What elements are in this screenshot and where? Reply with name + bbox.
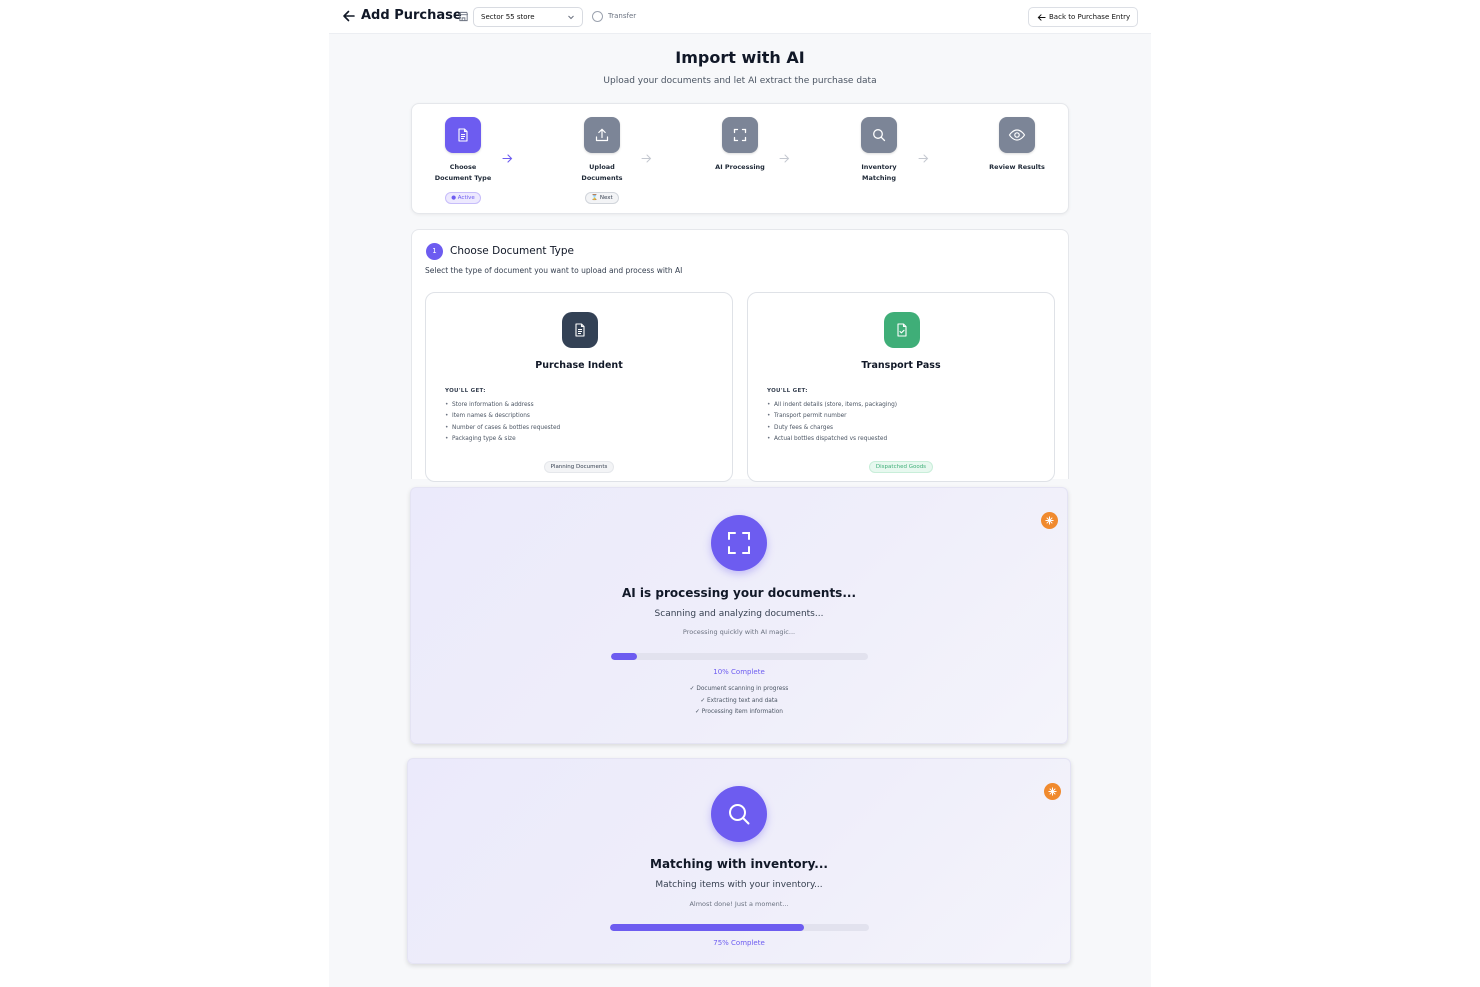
sparkle-icon	[1044, 783, 1061, 800]
import-title: Import with AI	[675, 48, 805, 67]
step-upload-documents[interactable]: Upload Documents ⌛ Next	[562, 117, 642, 204]
list-item: Duty fees & charges	[767, 423, 897, 435]
arrow-right-icon	[641, 154, 652, 163]
matching-progress-fill	[610, 924, 805, 931]
step-review-results[interactable]: Review Results	[977, 117, 1057, 173]
arrow-right-icon	[502, 154, 513, 163]
document-check-icon	[897, 323, 907, 337]
option-tag: Dispatched Goods	[868, 461, 934, 473]
step-label-line1: Inventory	[861, 163, 897, 171]
you-will-get-label: YOU'LL GET:	[767, 388, 808, 394]
page-title: Add Purchase	[361, 8, 462, 23]
step-badge-next: ⌛ Next	[585, 192, 619, 204]
transfer-label: Transfer	[608, 12, 637, 20]
store-select-value: Sector 55 store	[481, 13, 535, 21]
processing-title: AI is processing your documents...	[621, 586, 856, 600]
matching-percent: 75% Complete	[713, 939, 765, 947]
document-icon	[575, 323, 585, 337]
choose-document-subtitle: Select the type of document you want to …	[425, 266, 683, 275]
list-item: Number of cases & bottles requested	[445, 423, 560, 435]
scan-icon	[728, 532, 750, 554]
arrow-right-icon	[918, 154, 929, 163]
step-number-badge: 1	[426, 243, 443, 260]
transfer-radio[interactable]	[592, 11, 603, 22]
ai-processing-card: AI is processing your documents... Scann…	[410, 487, 1068, 744]
back-to-purchase-entry-button[interactable]: Back to Purchase Entry	[1028, 7, 1138, 27]
step-label-line1: Choose	[449, 163, 477, 171]
step-label-line1: Review Results	[989, 163, 1045, 171]
back-button-label: Back to Purchase Entry	[1049, 13, 1131, 21]
processing-progress-fill	[611, 653, 637, 660]
you-will-get-label: YOU'LL GET:	[445, 388, 486, 394]
option-tag: Planning Documents	[543, 461, 615, 473]
feature-list: Store information & address Item names &…	[445, 400, 560, 446]
step-icon-container	[999, 117, 1035, 153]
list-item: Packaging type & size	[445, 434, 560, 446]
step-badge-active: ● Active	[445, 192, 481, 204]
step-label-line2: Documents	[581, 174, 623, 182]
arrow-left-icon	[1037, 14, 1046, 21]
matching-progress-bar	[610, 924, 869, 931]
chevron-down-icon	[568, 15, 574, 20]
step-icon-container	[722, 117, 758, 153]
store-select[interactable]: Sector 55 store	[473, 7, 583, 27]
option-name: Transport Pass	[861, 360, 941, 371]
processing-subtitle: Scanning and analyzing documents...	[654, 609, 824, 619]
list-item: ✓ Extracting text and data	[700, 697, 778, 704]
list-item: All indent details (store, items, packag…	[767, 400, 897, 412]
inventory-matching-card: Matching with inventory... Matching item…	[407, 758, 1071, 964]
search-icon	[873, 129, 886, 142]
arrow-right-icon	[779, 154, 790, 163]
processing-note: Processing quickly with AI magic...	[682, 628, 796, 636]
sparkle-icon	[1041, 512, 1058, 529]
matching-title: Matching with inventory...	[650, 857, 828, 871]
document-icon	[458, 128, 468, 142]
step-icon-container	[445, 117, 481, 153]
purchase-indent-option[interactable]: Purchase Indent YOU'LL GET: Store inform…	[425, 292, 733, 482]
step-label-line1: Upload	[589, 163, 615, 171]
feature-list: All indent details (store, items, packag…	[767, 400, 897, 446]
step-inventory-matching[interactable]: Inventory Matching	[839, 117, 919, 184]
choose-document-title: Choose Document Type	[450, 245, 574, 257]
step-label-line2: Document Type	[434, 174, 492, 182]
step-choose-document-type[interactable]: Choose Document Type ● Active	[423, 117, 503, 204]
processing-percent: 10% Complete	[713, 668, 765, 676]
step-label-line1: AI Processing	[715, 163, 765, 171]
transport-pass-option[interactable]: Transport Pass YOU'LL GET: All indent de…	[747, 292, 1055, 482]
step-ai-processing[interactable]: AI Processing	[700, 117, 780, 173]
step-label-line2: Matching	[862, 174, 896, 182]
step-icon-container	[584, 117, 620, 153]
doc-icon-container	[884, 312, 920, 348]
list-item: Transport permit number	[767, 411, 897, 423]
back-arrow-icon[interactable]	[342, 9, 356, 23]
step-icon-container	[861, 117, 897, 153]
option-name: Purchase Indent	[535, 360, 623, 371]
matching-subtitle: Matching items with your inventory...	[655, 880, 823, 890]
eye-icon	[1008, 129, 1026, 141]
matching-note: Almost done! Just a moment...	[689, 900, 789, 908]
scan-icon-circle	[711, 515, 767, 571]
processing-progress-bar	[611, 653, 868, 660]
doc-icon-container	[562, 312, 598, 348]
list-item: ✓ Document scanning in progress	[689, 686, 789, 692]
search-icon-circle	[711, 786, 767, 842]
import-subtitle: Upload your documents and let AI extract…	[603, 76, 877, 86]
list-item: ✓ Processing item information	[695, 709, 783, 715]
processing-checklist: ✓ Document scanning in progress ✓ Extrac…	[411, 684, 1067, 719]
scan-icon	[733, 128, 747, 142]
list-item: Actual bottles dispatched vs requested	[767, 434, 897, 446]
store-icon	[458, 11, 469, 22]
upload-icon	[595, 128, 609, 142]
list-item: Item names & descriptions	[445, 411, 560, 423]
search-icon	[729, 804, 750, 825]
list-item: Store information & address	[445, 400, 560, 412]
